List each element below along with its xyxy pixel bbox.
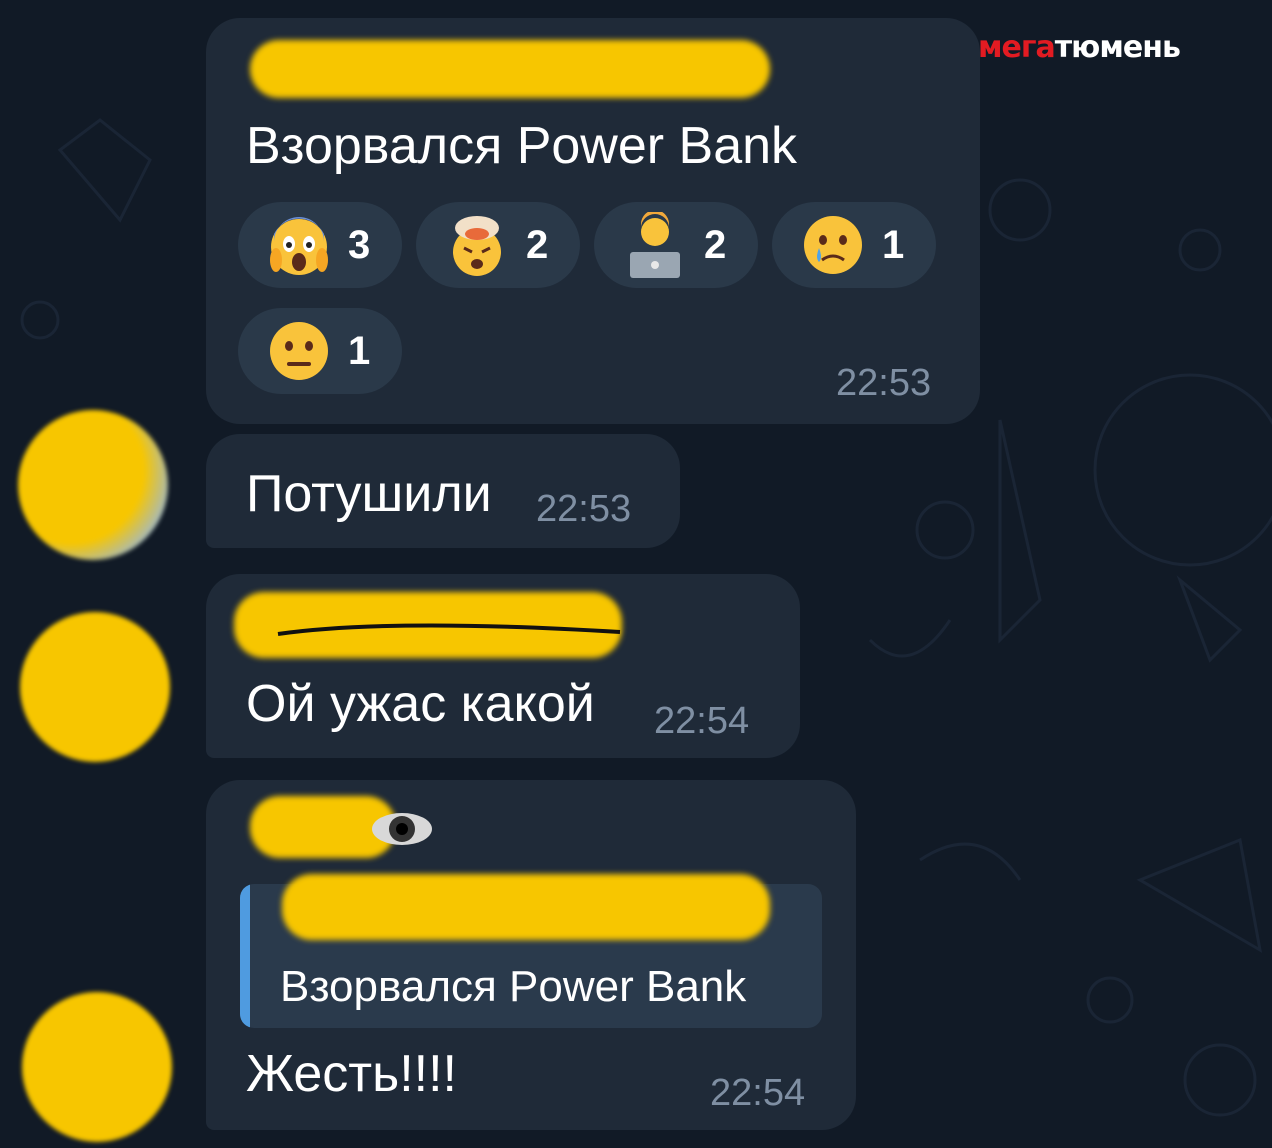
avatar[interactable] — [20, 612, 170, 762]
message-text: Ой ужас какой — [246, 675, 595, 733]
reaction-count: 2 — [704, 222, 727, 267]
face-screaming-in-fear-icon — [266, 212, 332, 278]
reaction-button[interactable]: 3 — [238, 202, 402, 288]
reply-text: Взорвался Power Bank — [280, 962, 747, 1011]
message-time: 22:54 — [710, 1072, 806, 1114]
message-text: Взорвался Power Bank — [246, 117, 798, 175]
eye-icon — [370, 806, 434, 857]
reaction-button[interactable]: 1 — [238, 308, 402, 394]
technologist-icon — [622, 212, 688, 278]
reply-sender-redacted — [282, 874, 770, 940]
avatar[interactable] — [22, 992, 172, 1142]
sender-name-redacted — [250, 40, 770, 98]
message-time: 22:54 — [654, 700, 750, 742]
exploding-head-icon — [444, 212, 510, 278]
message-text: Потушили — [246, 465, 492, 523]
reaction-count: 1 — [882, 222, 905, 267]
reaction-count: 2 — [526, 222, 549, 267]
reaction-button[interactable]: 2 — [416, 202, 580, 288]
message-text: Жесть!!!! — [246, 1045, 457, 1103]
reaction-button[interactable]: 2 — [594, 202, 758, 288]
logo-part-white: тюмень — [1054, 30, 1181, 65]
reaction-count: 1 — [348, 328, 371, 373]
crying-face-icon — [800, 212, 866, 278]
watermark-logo: мегатюмень — [978, 30, 1181, 65]
avatar[interactable] — [18, 410, 168, 560]
scribble-line — [277, 623, 621, 636]
message-time: 22:53 — [836, 362, 932, 404]
neutral-face-icon — [266, 318, 332, 384]
logo-part-red: мега — [978, 30, 1056, 65]
reaction-button[interactable]: 1 — [772, 202, 936, 288]
message-time: 22:53 — [536, 488, 632, 530]
reaction-count: 3 — [348, 222, 371, 267]
reply-accent-bar — [240, 884, 250, 1028]
